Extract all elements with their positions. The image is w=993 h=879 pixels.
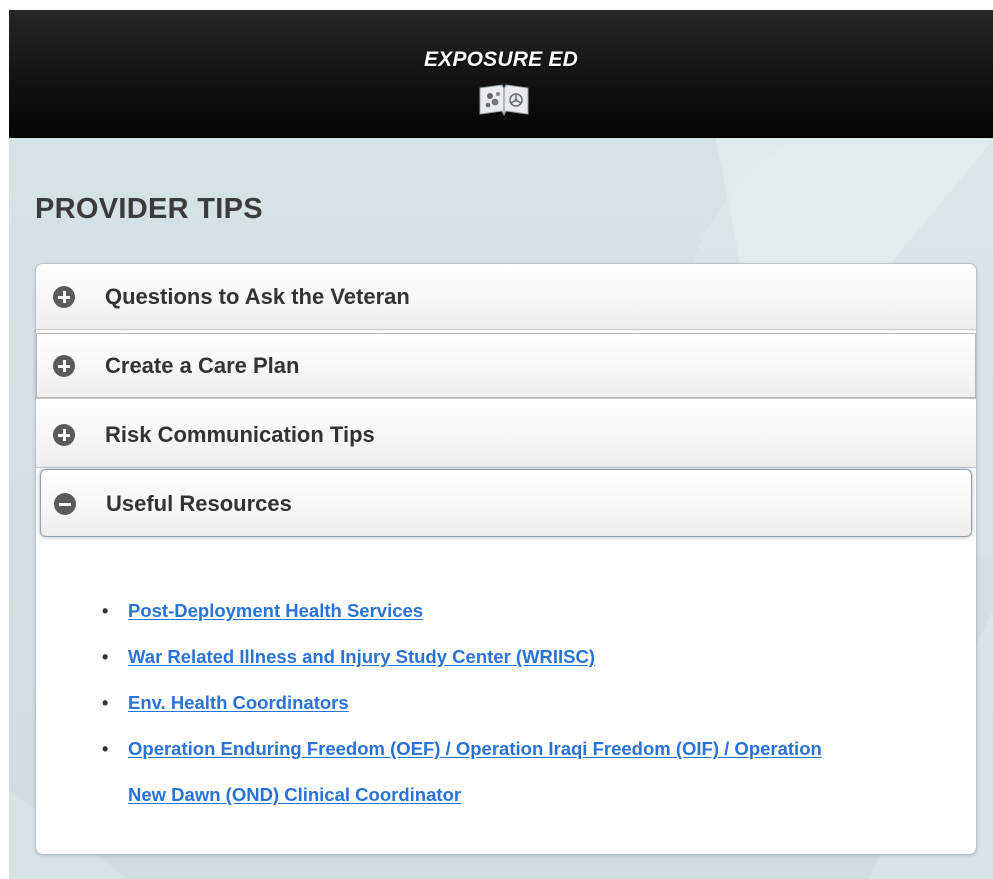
bullet: • <box>102 601 109 621</box>
open-book-biohazard-icon <box>479 84 529 117</box>
provider-tips-accordion: Questions to Ask the Veteran Create a Ca… <box>35 263 977 855</box>
app-header: EXPOSURE ED <box>9 10 993 138</box>
link-env-health-coordinators[interactable]: Env. Health Coordinators <box>128 680 349 726</box>
link-oef-oif-ond-coordinator[interactable]: Operation Enduring Freedom (OEF) / Opera… <box>128 726 822 772</box>
bullet: • <box>102 647 109 667</box>
accordion-header-care-plan[interactable]: Create a Care Plan <box>36 333 976 399</box>
plus-circle-icon <box>53 286 75 308</box>
plus-circle-icon <box>53 424 75 446</box>
accordion-label: Risk Communication Tips <box>105 422 375 447</box>
accordion-label: Questions to Ask the Veteran <box>105 284 410 309</box>
accordion-header-questions[interactable]: Questions to Ask the Veteran <box>36 264 976 330</box>
accordion-header-risk-communication[interactable]: Risk Communication Tips <box>36 402 976 468</box>
bullet: • <box>102 739 109 759</box>
minus-circle-icon <box>54 493 76 515</box>
accordion-header-useful-resources[interactable]: Useful Resources <box>40 469 972 537</box>
link-oef-oif-ond-coordinator-line2[interactable]: New Dawn (OND) Clinical Coordinator <box>128 772 461 818</box>
bullet: • <box>102 693 109 713</box>
accordion-label: Useful Resources <box>106 491 292 516</box>
page-title: PROVIDER TIPS <box>35 193 263 225</box>
accordion-label: Create a Care Plan <box>105 353 300 378</box>
app-title: EXPOSURE ED <box>424 48 578 71</box>
app-screen: EXPOSURE ED PROVIDER TIPS Questions to A… <box>9 10 993 879</box>
link-wriisc[interactable]: War Related Illness and Injury Study Cen… <box>128 634 595 680</box>
plus-circle-icon <box>53 355 75 377</box>
link-post-deployment-health-services[interactable]: Post-Deployment Health Services <box>128 588 423 634</box>
